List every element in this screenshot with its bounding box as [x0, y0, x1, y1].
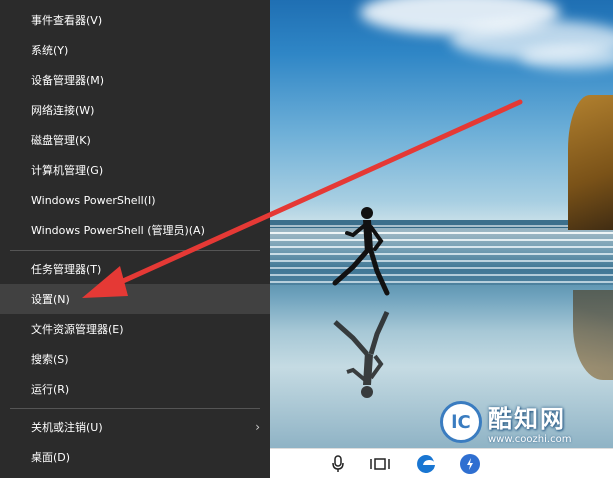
- menu-item-label: Windows PowerShell(I): [31, 193, 156, 207]
- menu-item-device-manager[interactable]: 设备管理器(M): [0, 65, 270, 95]
- task-view-icon[interactable]: [362, 451, 398, 477]
- watermark: lC 酷知网 www.coozhi.com: [440, 398, 610, 446]
- menu-item-label: 桌面(D): [31, 451, 71, 464]
- desktop-wallpaper: [270, 0, 613, 448]
- menu-item-label: 搜索(S): [31, 353, 69, 366]
- menu-item-label: 运行(R): [31, 383, 70, 396]
- chevron-right-icon: ›: [255, 420, 260, 434]
- edge-browser-icon[interactable]: [408, 451, 444, 477]
- menu-item-label: 任务管理器(T): [31, 263, 102, 276]
- menu-item-label: 网络连接(W): [31, 104, 95, 117]
- menu-divider: [10, 250, 260, 251]
- menu-item-run[interactable]: 运行(R): [0, 374, 270, 404]
- menu-item-settings[interactable]: 设置(N): [0, 284, 270, 314]
- menu-item-event-viewer[interactable]: 事件查看器(V): [0, 5, 270, 35]
- menu-item-label: 事件查看器(V): [31, 14, 103, 27]
- watermark-logo-icon: lC: [440, 401, 482, 443]
- menu-item-search[interactable]: 搜索(S): [0, 344, 270, 374]
- menu-item-powershell[interactable]: Windows PowerShell(I): [0, 185, 270, 215]
- menu-item-system[interactable]: 系统(Y): [0, 35, 270, 65]
- menu-item-label: 文件资源管理器(E): [31, 323, 124, 336]
- menu-item-disk-management[interactable]: 磁盘管理(K): [0, 125, 270, 155]
- menu-item-label: 关机或注销(U): [31, 421, 103, 434]
- menu-item-label: 设备管理器(M): [31, 74, 105, 87]
- app-icon[interactable]: [452, 451, 488, 477]
- menu-divider: [10, 408, 260, 409]
- menu-item-label: Windows PowerShell (管理员)(A): [31, 224, 205, 237]
- menu-item-label: 磁盘管理(K): [31, 134, 91, 147]
- microphone-icon[interactable]: [320, 451, 356, 477]
- menu-item-label: 设置(N): [31, 293, 70, 306]
- menu-item-label: 系统(Y): [31, 44, 69, 57]
- menu-item-file-explorer[interactable]: 文件资源管理器(E): [0, 314, 270, 344]
- menu-item-desktop[interactable]: 桌面(D): [0, 442, 270, 472]
- winx-context-menu: 事件查看器(V) 系统(Y) 设备管理器(M) 网络连接(W) 磁盘管理(K) …: [0, 0, 270, 478]
- runner-reflection: [333, 310, 390, 398]
- watermark-title: 酷知网: [488, 405, 566, 433]
- menu-item-shutdown-signout[interactable]: 关机或注销(U) ›: [0, 412, 270, 442]
- runner-silhouette: [332, 207, 390, 296]
- menu-item-powershell-admin[interactable]: Windows PowerShell (管理员)(A): [0, 215, 270, 245]
- cliff: [568, 95, 613, 230]
- watermark-url: www.coozhi.com: [488, 434, 572, 445]
- menu-item-computer-management[interactable]: 计算机管理(G): [0, 155, 270, 185]
- taskbar: [270, 448, 613, 478]
- menu-item-label: 计算机管理(G): [31, 164, 104, 177]
- menu-item-task-manager[interactable]: 任务管理器(T): [0, 254, 270, 284]
- menu-item-network-connections[interactable]: 网络连接(W): [0, 95, 270, 125]
